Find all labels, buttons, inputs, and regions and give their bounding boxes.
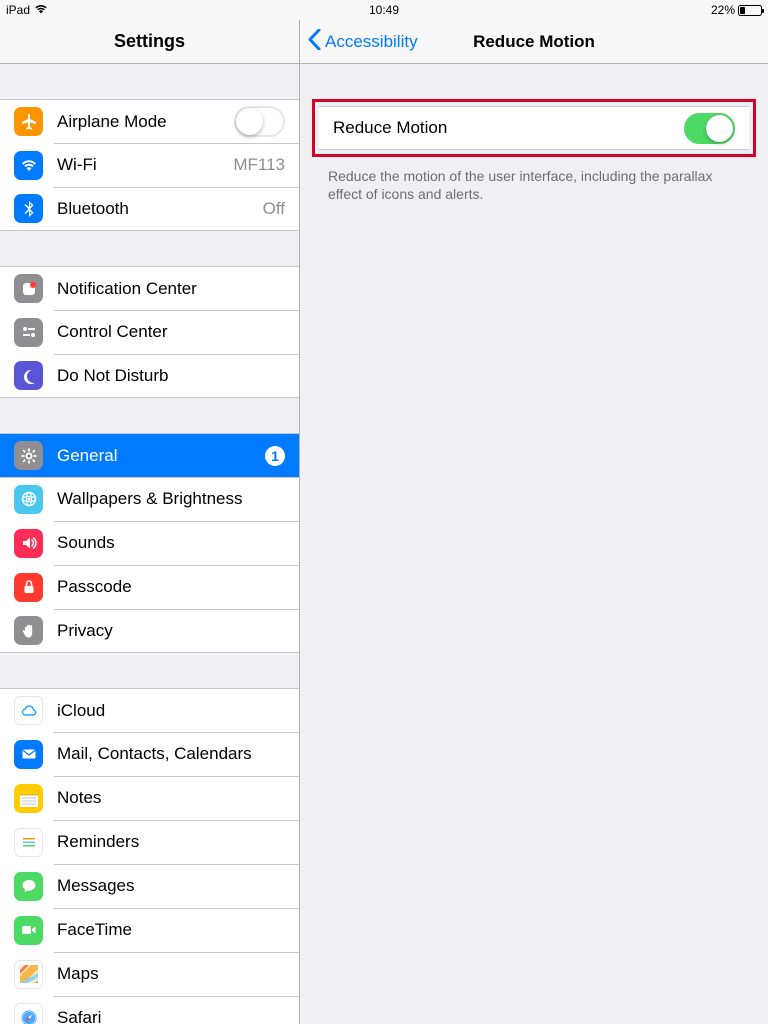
reduce-motion-label: Reduce Motion [333, 118, 447, 138]
airplane-icon [14, 107, 43, 136]
mail-icon [14, 740, 43, 769]
sidebar-item-label: Passcode [57, 577, 132, 597]
sidebar-item-wallpapers[interactable]: Wallpapers & Brightness [0, 477, 299, 521]
sidebar-item-icloud[interactable]: iCloud [0, 688, 299, 732]
highlighted-region: Reduce Motion [312, 99, 756, 157]
sidebar-item-dnd[interactable]: Do Not Disturb [0, 354, 299, 398]
sidebar-item-sounds[interactable]: Sounds [0, 521, 299, 565]
sidebar-item-detail: Off [263, 199, 285, 219]
sidebar-item-label: Maps [57, 964, 99, 984]
sidebar-item-label: Messages [57, 876, 134, 896]
chevron-left-icon [308, 29, 321, 55]
sidebar-item-label: Wi-Fi [57, 155, 97, 175]
settings-sidebar: Settings Airplane Mode Wi-Fi MF113 Bluetoot… [0, 20, 300, 1024]
bluetooth-icon [14, 194, 43, 223]
sidebar-item-label: Notification Center [57, 279, 197, 299]
wifi-status-icon [34, 3, 48, 17]
device-name: iPad [6, 3, 30, 17]
reduce-motion-footer: Reduce the motion of the user interface,… [300, 163, 768, 203]
gear-icon [14, 441, 43, 470]
sidebar-title: Settings [0, 20, 299, 64]
reduce-motion-row[interactable]: Reduce Motion [319, 106, 749, 150]
sidebar-item-notification-center[interactable]: Notification Center [0, 266, 299, 310]
sidebar-item-notes[interactable]: Notes [0, 776, 299, 820]
detail-pane: Accessibility Reduce Motion Reduce Motio… [300, 20, 768, 1024]
cloud-icon [14, 696, 43, 725]
battery-percentage: 22% [711, 3, 735, 17]
safari-icon [14, 1003, 43, 1024]
wallpaper-icon [14, 485, 43, 514]
sidebar-item-label: Airplane Mode [57, 112, 167, 132]
notes-icon [14, 784, 43, 813]
sidebar-item-label: iCloud [57, 701, 105, 721]
maps-icon [14, 960, 43, 989]
sidebar-item-safari[interactable]: Safari [0, 996, 299, 1024]
sidebar-item-label: Reminders [57, 832, 139, 852]
sidebar-item-wifi[interactable]: Wi-Fi MF113 [0, 143, 299, 187]
sidebar-item-label: Sounds [57, 533, 115, 553]
sidebar-item-privacy[interactable]: Privacy [0, 609, 299, 653]
sidebar-item-label: Safari [57, 1008, 101, 1024]
sound-icon [14, 529, 43, 558]
reminders-icon [14, 828, 43, 857]
sidebar-item-reminders[interactable]: Reminders [0, 820, 299, 864]
sidebar-item-label: Bluetooth [57, 199, 129, 219]
battery-icon [738, 5, 762, 16]
moon-icon [14, 361, 43, 390]
reduce-motion-toggle[interactable] [684, 113, 735, 144]
back-label: Accessibility [325, 32, 418, 52]
sidebar-item-badge: 1 [265, 446, 285, 466]
sidebar-item-label: General [57, 446, 117, 466]
sidebar-item-label: Privacy [57, 621, 113, 641]
status-right: 22% [711, 3, 762, 17]
sidebar-item-label: Mail, Contacts, Calendars [57, 744, 252, 764]
lock-icon [14, 573, 43, 602]
sidebar-item-detail: MF113 [233, 155, 285, 175]
sidebar-item-control-center[interactable]: Control Center [0, 310, 299, 354]
wifi-icon [14, 151, 43, 180]
control-center-icon [14, 318, 43, 347]
sidebar-item-bluetooth[interactable]: Bluetooth Off [0, 187, 299, 231]
sidebar-item-label: Notes [57, 788, 101, 808]
back-button[interactable]: Accessibility [308, 29, 418, 55]
sidebar-item-mail[interactable]: Mail, Contacts, Calendars [0, 732, 299, 776]
sidebar-item-maps[interactable]: Maps [0, 952, 299, 996]
status-time: 10:49 [369, 3, 399, 17]
status-bar: iPad 10:49 22% [0, 0, 768, 20]
facetime-icon [14, 916, 43, 945]
sidebar-item-label: Control Center [57, 322, 168, 342]
detail-nav: Accessibility Reduce Motion [300, 20, 768, 64]
detail-title: Reduce Motion [473, 32, 595, 52]
sidebar-item-passcode[interactable]: Passcode [0, 565, 299, 609]
hand-icon [14, 616, 43, 645]
sidebar-item-messages[interactable]: Messages [0, 864, 299, 908]
sidebar-item-general[interactable]: General 1 [0, 433, 299, 477]
notification-icon [14, 274, 43, 303]
airplane-toggle[interactable] [234, 106, 285, 137]
sidebar-item-label: FaceTime [57, 920, 132, 940]
sidebar-item-airplane[interactable]: Airplane Mode [0, 99, 299, 143]
sidebar-item-label: Wallpapers & Brightness [57, 489, 243, 509]
sidebar-item-label: Do Not Disturb [57, 366, 168, 386]
status-left: iPad [6, 3, 48, 17]
messages-icon [14, 872, 43, 901]
sidebar-item-facetime[interactable]: FaceTime [0, 908, 299, 952]
